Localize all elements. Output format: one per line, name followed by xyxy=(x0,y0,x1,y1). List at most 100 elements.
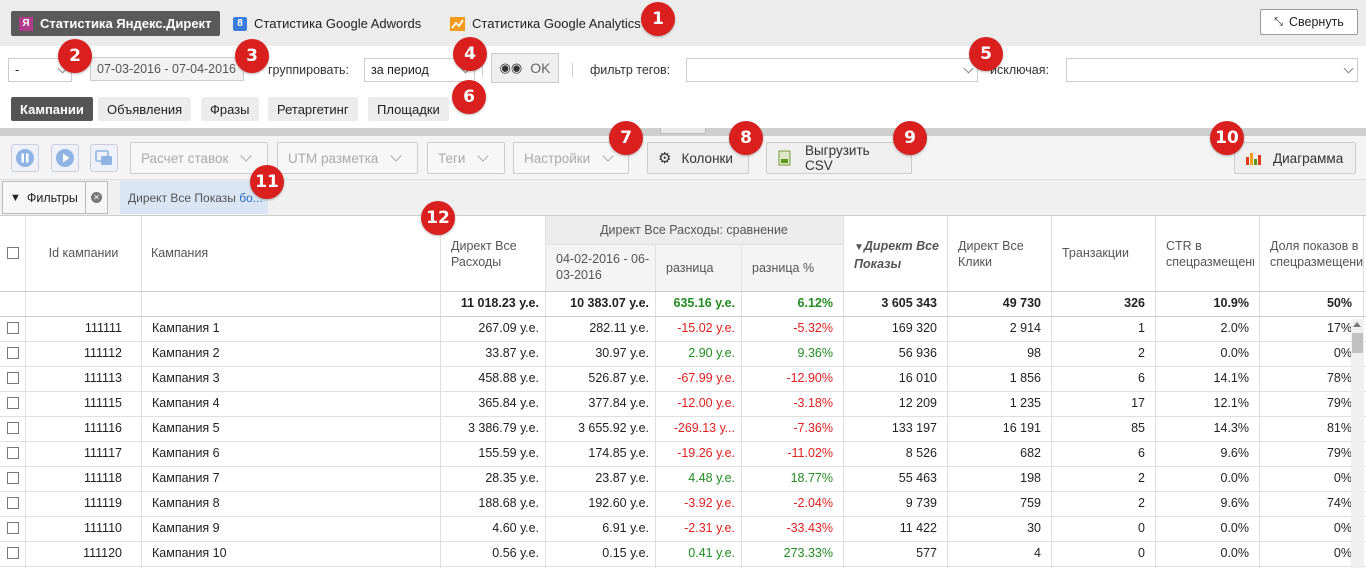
cell-name[interactable]: Кампания 10 xyxy=(152,541,432,566)
cell-name[interactable]: Кампания 7 xyxy=(152,466,432,491)
clear-filters-button[interactable]: ✕ xyxy=(86,181,108,214)
cell-diff-pct: -11.02% xyxy=(787,446,833,460)
row-checkbox[interactable] xyxy=(7,397,19,409)
cell-share: 74% xyxy=(1326,496,1352,510)
chevron-down-icon xyxy=(963,63,974,74)
header-clicks[interactable]: Директ Все Клики xyxy=(958,238,1043,270)
entity-tabs: Кампании Объявления Фразы Ретаргетинг Пл… xyxy=(0,92,1366,128)
cell-name[interactable]: Кампания 2 xyxy=(152,341,432,366)
google-icon: 8 xyxy=(233,16,247,31)
header-id[interactable]: Id кампании xyxy=(26,245,141,261)
total-impressions: 3 605 343 xyxy=(881,296,937,310)
header-compare-period[interactable]: 04-02-2016 - 06-03-2016 xyxy=(556,251,651,283)
utm-dropdown[interactable]: UTM разметка xyxy=(277,142,418,174)
row-checkbox[interactable] xyxy=(7,422,19,434)
cell-impressions: 8 526 xyxy=(905,446,937,460)
annotation-marker: 3 xyxy=(235,39,269,73)
header-campaign[interactable]: Кампания xyxy=(151,245,208,261)
tags-dropdown[interactable]: Теги xyxy=(427,142,505,174)
close-icon: ✕ xyxy=(91,192,102,203)
filter-chip[interactable]: Директ Все Показы бо... xyxy=(120,181,268,214)
cell-impressions: 56 936 xyxy=(898,346,937,360)
header-diff-pct[interactable]: разница % xyxy=(752,260,814,276)
pause-icon xyxy=(16,149,34,167)
cell-name[interactable]: Кампания 9 xyxy=(152,516,432,541)
bids-dropdown[interactable]: Расчет ставок xyxy=(130,142,268,174)
cell-diff: -269.13 у... xyxy=(673,421,735,435)
annotation-marker: 11 xyxy=(250,165,284,199)
scroll-thumb[interactable] xyxy=(1352,333,1363,353)
tab-retargeting[interactable]: Ретаргетинг xyxy=(268,97,358,121)
export-csv-button[interactable]: Выгрузить CSV xyxy=(766,142,912,174)
header-transactions[interactable]: Транзакции xyxy=(1062,245,1129,261)
row-checkbox[interactable] xyxy=(7,372,19,384)
cell-share: 0% xyxy=(1333,546,1352,560)
row-checkbox[interactable] xyxy=(7,522,19,534)
cell-ctr: 14.1% xyxy=(1213,371,1249,385)
cell-clicks: 4 xyxy=(1034,546,1041,560)
cell-impressions: 169 320 xyxy=(891,321,937,335)
cell-name[interactable]: Кампания 8 xyxy=(152,491,432,516)
row-checkbox[interactable] xyxy=(7,547,19,559)
chevron-down-icon xyxy=(390,150,402,162)
cell-id: 111116 xyxy=(83,421,122,435)
cell-name[interactable]: Кампания 5 xyxy=(152,416,432,441)
copy-button[interactable] xyxy=(90,144,118,172)
cell-diff-pct: -12.90% xyxy=(786,371,833,385)
cell-name[interactable]: Кампания 4 xyxy=(152,391,432,416)
header-diff[interactable]: разница xyxy=(666,260,714,276)
cell-ctr: 9.6% xyxy=(1220,446,1250,460)
row-checkbox[interactable] xyxy=(7,447,19,459)
ok-button[interactable]: ◉◉ OK xyxy=(491,53,559,83)
annotation-marker: 6 xyxy=(452,80,486,114)
pause-button[interactable] xyxy=(11,144,39,172)
vertical-scrollbar[interactable] xyxy=(1351,319,1364,568)
yandex-icon: Я xyxy=(19,16,33,31)
annotation-marker: 7 xyxy=(609,121,643,155)
cell-share: 0% xyxy=(1333,471,1352,485)
total-diff: 635.16 у.е. xyxy=(673,296,735,310)
filters-button[interactable]: ▼ Фильтры xyxy=(2,181,86,214)
tab-google-analytics[interactable]: Статистика Google Analytics xyxy=(450,11,641,36)
cell-transactions: 0 xyxy=(1138,521,1145,535)
tab-google-adwords[interactable]: 8 Статистика Google Adwords xyxy=(233,11,421,36)
tag-filter-label: фильтр тегов: xyxy=(590,63,671,77)
cell-diff-pct: -3.18% xyxy=(793,396,833,410)
tag-filter-select[interactable] xyxy=(686,58,978,82)
header-share[interactable]: Доля показов в спецразмещении xyxy=(1270,238,1364,270)
exclude-select[interactable] xyxy=(1066,58,1358,82)
cell-diff-pct: 18.77% xyxy=(790,471,833,485)
tab-placements[interactable]: Площадки xyxy=(368,97,449,121)
cell-name[interactable]: Кампания 6 xyxy=(152,441,432,466)
cell-id: 111113 xyxy=(83,371,122,385)
cell-diff: 0.41 у.е. xyxy=(688,546,735,560)
row-checkbox[interactable] xyxy=(7,322,19,334)
tab-label: Статистика Яндекс.Директ xyxy=(40,16,212,31)
cell-cost: 188.68 у.е. xyxy=(478,496,539,510)
row-checkbox[interactable] xyxy=(7,497,19,509)
funnel-icon: ▼ xyxy=(10,191,21,204)
cell-share: 81% xyxy=(1326,421,1352,435)
header-ctr[interactable]: CTR в спецразмещении xyxy=(1166,238,1254,270)
cell-diff: -15.02 у.е. xyxy=(677,321,735,335)
chart-button[interactable]: Диаграмма xyxy=(1234,142,1356,174)
tab-campaigns[interactable]: Кампании xyxy=(11,97,93,121)
header-cost[interactable]: Директ Все Расходы xyxy=(451,238,541,270)
row-checkbox[interactable] xyxy=(7,472,19,484)
play-button[interactable] xyxy=(51,144,79,172)
cell-transactions: 6 xyxy=(1138,446,1145,460)
resize-handle[interactable] xyxy=(660,128,706,134)
analytics-icon xyxy=(450,16,465,31)
cell-name[interactable]: Кампания 1 xyxy=(152,316,432,341)
cell-name[interactable]: Кампания 3 xyxy=(152,366,432,391)
tab-phrases[interactable]: Фразы xyxy=(201,97,259,121)
cell-clicks: 2 914 xyxy=(1009,321,1041,335)
collapse-button[interactable]: ⤡ Свернуть xyxy=(1260,9,1358,35)
select-all-checkbox[interactable] xyxy=(7,247,19,259)
date-range-picker[interactable]: 07-03-2016 - 07-04-2016 xyxy=(90,57,244,81)
tab-ads[interactable]: Объявления xyxy=(98,97,192,121)
tab-yandex-direct[interactable]: Я Статистика Яндекс.Директ xyxy=(11,11,221,36)
header-impressions[interactable]: ▼Директ Все Показы xyxy=(854,238,944,272)
cell-compare: 0.15 у.е. xyxy=(602,546,649,560)
row-checkbox[interactable] xyxy=(7,347,19,359)
